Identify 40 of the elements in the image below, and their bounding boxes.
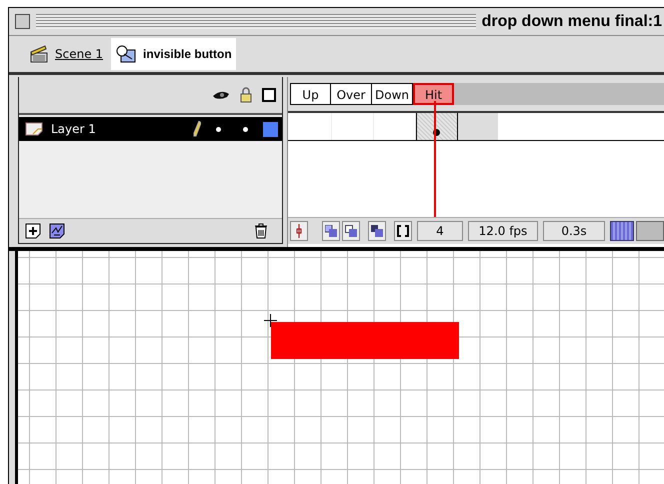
onion-outline-icon [345,225,357,237]
layer-icon [25,122,43,136]
elapsed-time-field: 0.3s [543,221,605,241]
edit-multiple-frames-button[interactable] [368,221,386,241]
frame-label-cell[interactable]: Over [331,83,372,105]
center-frame-button[interactable] [290,221,308,241]
layer-color-swatch[interactable] [263,122,278,136]
add-layer-icon[interactable] [25,223,41,239]
multiple-frames-icon [371,225,383,237]
clapperboard-icon [29,45,49,63]
frame-label-cell[interactable]: Up [290,83,331,105]
frame-rate-field: 12.0 fps [468,221,538,241]
scene-tab[interactable]: Scene 1 [25,38,108,70]
trash-icon[interactable] [254,223,268,239]
close-box[interactable] [15,14,30,29]
layer-row[interactable]: Layer 1 [19,117,282,141]
onion-skin-icon [325,225,337,237]
onion-outline-button[interactable] [342,221,360,241]
scroll-track[interactable] [636,221,664,241]
outline-icon[interactable] [262,88,276,102]
visibility-dot[interactable] [216,126,221,132]
eye-icon[interactable] [212,89,230,101]
add-guide-layer-icon[interactable] [49,223,65,239]
keyframe-cell[interactable] [416,113,458,140]
lock-icon[interactable] [240,87,252,103]
symbol-tab[interactable]: invisible button [111,38,236,70]
frame-label-cell[interactable]: Down [372,83,413,105]
crosshair-icon [264,314,277,327]
onion-skin-button[interactable] [322,221,340,241]
frame-label-cell[interactable]: Hit [413,83,454,105]
window-title: drop down menu final:1 [482,12,663,30]
bracket-icon [397,225,409,237]
current-frame-field: 4 [417,221,463,241]
pencil-icon [193,121,201,137]
symbol-icon [115,45,138,63]
onion-markers-button[interactable] [394,221,412,241]
layer-name: Layer 1 [51,122,96,136]
lock-dot[interactable] [243,126,248,132]
center-frame-icon [295,224,303,238]
scroll-thumb[interactable] [610,221,634,241]
